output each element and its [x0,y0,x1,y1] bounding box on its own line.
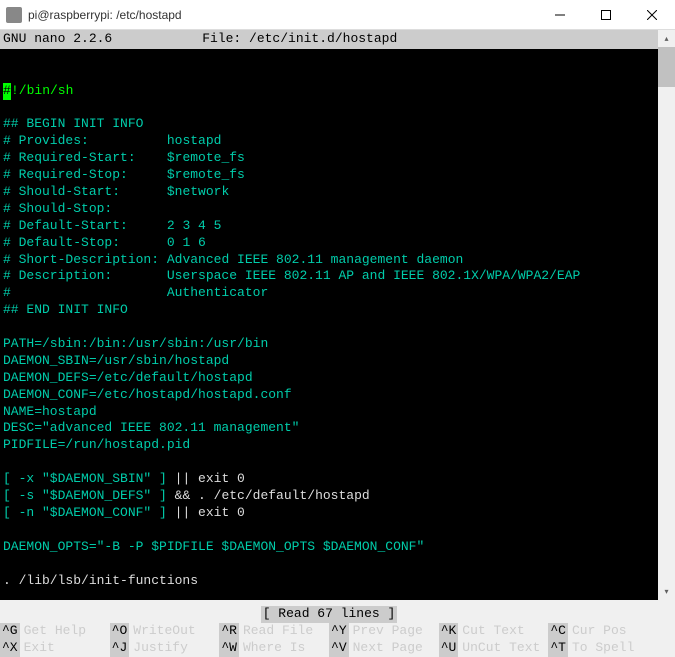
var-sbin: DAEMON_SBIN=/usr/sbin/hostapd [3,353,229,368]
shortcut-row-2: ^XExit ^JJustify ^WWhere Is ^VNext Page … [0,640,658,657]
init-defstop-k: # Default-Stop: [3,235,120,250]
shortcut-whereis[interactable]: ^WWhere Is [219,640,329,657]
close-icon [647,10,657,20]
init-shortdesc-k: # Short-Description: [3,252,159,267]
scrollbar[interactable]: ▴ ▾ [658,30,675,600]
shortcut-help[interactable]: ^GGet Help [0,623,110,640]
shortcut-tospell[interactable]: ^TTo Spell [548,640,658,657]
init-defstart-v: 2 3 4 5 [167,218,222,233]
cursor: # [3,83,11,100]
init-provides-k: # Provides: [3,133,89,148]
shortcut-readfile[interactable]: ^RRead File [219,623,329,640]
shortcut-uncut[interactable]: ^UUnCut Text [439,640,549,657]
shortcut-justify[interactable]: ^JJustify [110,640,220,657]
shortcut-curpos[interactable]: ^CCur Pos [548,623,658,640]
shortcut-prevpage[interactable]: ^YPrev Page [329,623,439,640]
blank-line [3,66,11,81]
init-reqstop-v: $remote_fs [167,167,245,182]
editor-content[interactable]: #!/bin/sh ## BEGIN INIT INFO # Provides:… [0,49,658,606]
blank-line [3,319,11,334]
var-path: PATH=/sbin:/bin:/usr/sbin:/usr/bin [3,336,268,351]
shebang: !/bin/sh [11,83,73,98]
var-defs: DAEMON_DEFS=/etc/default/hostapd [3,370,253,385]
nano-version: GNU nano 2.2.6 [3,31,112,48]
maximize-button[interactable] [583,0,629,30]
init-defstart-k: # Default-Start: [3,218,128,233]
shortcut-writeout[interactable]: ^OWriteOut [110,623,220,640]
init-reqstart-k: # Required-Start: [3,150,136,165]
init-reqstart-v: $remote_fs [167,150,245,165]
init-desc-cont: # [3,285,167,300]
window-title: pi@raspberrypi: /etc/hostapd [28,8,537,22]
init-end: ## END INIT INFO [3,302,128,317]
shortcut-row-1: ^GGet Help ^OWriteOut ^RRead File ^YPrev… [0,623,658,640]
blank-line [3,522,11,537]
close-button[interactable] [629,0,675,30]
var-desc: DESC="advanced IEEE 802.11 management" [3,420,299,435]
init-shortdesc-v: Advanced IEEE 802.11 management daemon [167,252,463,267]
init-provides-v: hostapd [167,133,222,148]
shortcuts: ^GGet Help ^OWriteOut ^RRead File ^YPrev… [0,623,658,657]
window-titlebar: pi@raspberrypi: /etc/hostapd [0,0,675,30]
blank-line [3,589,11,604]
var-pidfile: PIDFILE=/run/hostapd.pid [3,437,190,452]
blank-line [3,454,11,469]
init-shouldstart-v: $network [167,184,229,199]
init-desc-v: Userspace IEEE 802.11 AP and IEEE 802.1X… [167,268,580,283]
daemon-opts: DAEMON_OPTS="-B -P $PIDFILE $DAEMON_OPTS… [3,539,424,554]
source-line: . /lib/lsb/init-functions [3,573,198,588]
scroll-down-arrow[interactable]: ▾ [658,583,675,600]
shortcut-exit[interactable]: ^XExit [0,640,110,657]
scroll-up-arrow[interactable]: ▴ [658,30,675,47]
window-controls [537,0,675,30]
minimize-icon [555,10,565,20]
init-reqstop-k: # Required-Stop: [3,167,128,182]
shortcut-nextpage[interactable]: ^VNext Page [329,640,439,657]
init-desc-k: # Description: [3,268,112,283]
read-lines-text: [ Read 67 lines ] [261,606,398,623]
nano-header: GNU nano 2.2.6 File: /etc/init.d/hostapd [0,30,658,49]
init-defstop-v: 0 1 6 [167,235,206,250]
blank-line [3,556,11,571]
minimize-button[interactable] [537,0,583,30]
var-name: NAME=hostapd [3,404,97,419]
init-begin: ## BEGIN INIT INFO [3,116,143,131]
test-defs-post: && . /etc/default/hostapd [175,488,370,503]
blank-line [3,100,11,115]
test-conf-pre: [ -n "$DAEMON_CONF" ] [3,505,175,520]
scroll-thumb[interactable] [658,47,675,87]
var-conf: DAEMON_CONF=/etc/hostapd/hostapd.conf [3,387,292,402]
test-sbin-pre: [ -x "$DAEMON_SBIN" ] [3,471,175,486]
init-shouldstart-k: # Should-Start: [3,184,120,199]
terminal[interactable]: GNU nano 2.2.6 File: /etc/init.d/hostapd… [0,30,658,600]
maximize-icon [601,10,611,20]
nano-file: File: /etc/init.d/hostapd [112,31,655,48]
terminal-wrapper: GNU nano 2.2.6 File: /etc/init.d/hostapd… [0,30,675,600]
window-icon [6,7,22,23]
shortcut-cuttext[interactable]: ^KCut Text [439,623,549,640]
init-shouldstop-k: # Should-Stop: [3,201,112,216]
test-defs-pre: [ -s "$DAEMON_DEFS" ] [3,488,175,503]
status-line: [ Read 67 lines ] [0,606,658,623]
test-sbin-post: || exit 0 [175,471,245,486]
test-conf-post: || exit 0 [175,505,245,520]
